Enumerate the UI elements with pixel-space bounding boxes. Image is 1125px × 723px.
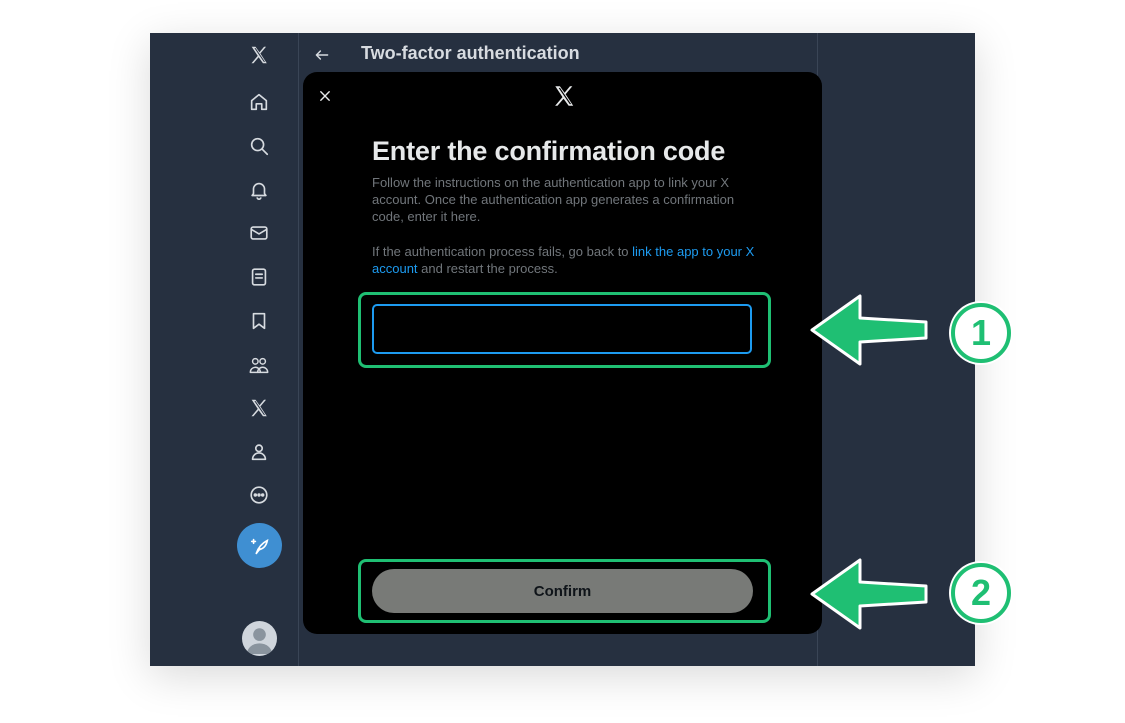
profile-icon[interactable] [247,440,271,464]
step-badge-1: 1 [951,303,1011,363]
modal-title: Enter the confirmation code [372,136,726,166]
bookmark-icon[interactable] [247,309,271,333]
close-icon[interactable] [315,86,335,106]
x-logo-icon[interactable] [247,43,271,67]
home-icon[interactable] [247,90,271,114]
arrow-icon-step1 [810,294,928,366]
x-logo-icon [551,83,577,109]
avatar-icon [246,628,273,655]
modal-description: Follow the instructions on the authentic… [372,175,735,224]
step-badge-2: 2 [951,563,1011,623]
page-title: Two-factor authentication [361,43,580,63]
lists-icon[interactable] [247,265,271,289]
highlight-box-confirm [358,559,771,623]
fail-prefix: If the authentication process fails, go … [372,244,633,259]
fail-suffix: and restart the process. [417,261,558,276]
sidebar [150,33,299,666]
more-icon[interactable] [247,483,271,507]
highlight-box-input [358,292,771,368]
back-arrow-icon[interactable] [312,45,332,65]
compose-button[interactable] [237,523,282,568]
mail-icon[interactable] [247,221,271,245]
search-icon[interactable] [247,134,271,158]
bell-icon[interactable] [247,178,271,202]
communities-icon[interactable] [247,353,271,377]
fail-instructions: If the authentication process fails, go … [372,243,762,277]
premium-x-icon[interactable] [247,396,271,420]
avatar[interactable] [242,621,277,656]
compose-feather-icon [250,538,268,554]
arrow-icon-step2 [810,558,928,630]
